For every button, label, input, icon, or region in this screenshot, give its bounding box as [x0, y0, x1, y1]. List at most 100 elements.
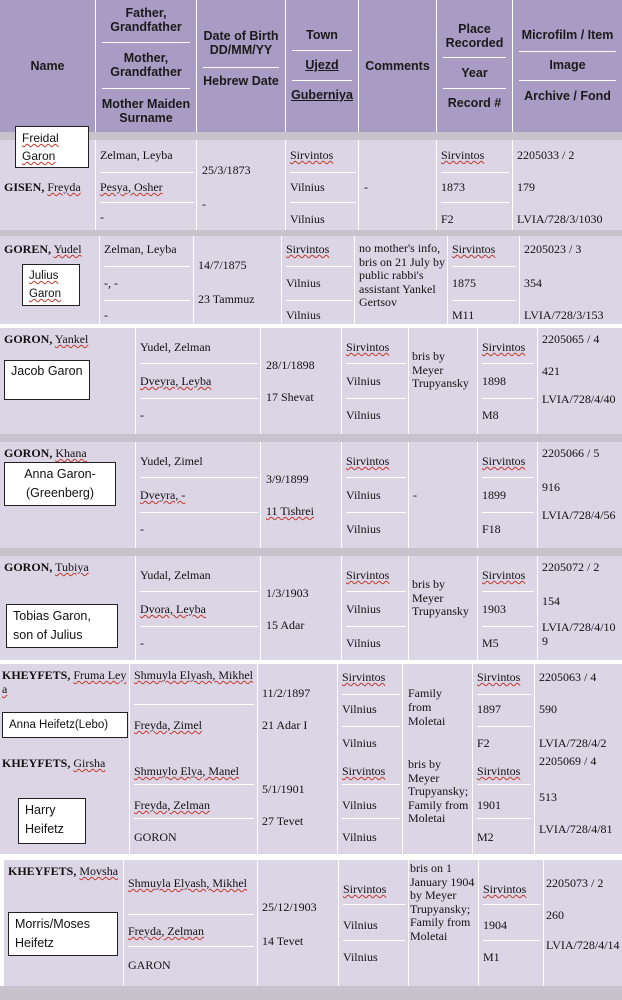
header-comments-label: Comments [365, 59, 430, 73]
header-parents: Father, Grandfather Mother, Grandfather … [96, 0, 197, 132]
table-row: GISEN, Freyda Zelman, Leyba Pesya, Osher… [0, 140, 622, 230]
header-guberniya-label: Guberniya [291, 88, 353, 102]
record-town: Sirvintos [343, 882, 387, 896]
record-name: GORON, Tubiya [4, 560, 89, 574]
record-father: Zelman, Leyba [104, 242, 177, 256]
table-header: Name Father, Grandfather Mother, Grandfa… [0, 0, 622, 132]
record-name: GOREN, Yudel [4, 242, 82, 256]
record-number: M11 [452, 308, 475, 322]
record-town: Sirvintos [346, 340, 390, 354]
record-mother: Freyda, Zelman [134, 798, 210, 812]
header-ujezd-label: Ujezd [305, 58, 339, 72]
record-place: Sirvintos [477, 764, 521, 778]
record-archive: LVIA/728/4/109 [542, 620, 616, 648]
record-father: Yudel, Zimel [140, 454, 203, 468]
record-name: KHEYFETS, Fruma Leya [2, 668, 127, 696]
record-mother: Pesya, Osher [100, 180, 163, 194]
record-guberniya: Vilnius [342, 736, 377, 750]
record-image: 421 [542, 364, 560, 378]
record-number: M8 [482, 408, 499, 422]
record-guberniya: Vilnius [343, 950, 378, 964]
record-archive: LVIA/728/4/56 [542, 508, 616, 522]
record-microfilm: 2205033 / 2 [517, 148, 575, 162]
record-number: F18 [482, 522, 501, 536]
record-microfilm: 2205069 / 4 [539, 754, 597, 768]
header-dates: Date of Birth DD/MM/YY Hebrew Date [197, 0, 286, 132]
record-father: Shmuyla Elyash, Mikhel [128, 876, 247, 890]
record-town: Sirvintos [346, 568, 390, 582]
record-place: Sirvintos [452, 242, 496, 256]
record-microfilm: 2205065 / 4 [542, 332, 600, 346]
record-hebrew: - [202, 197, 206, 211]
header-year-label: Year [461, 66, 488, 80]
annotation-note: Tobias Garon, son of Julius [6, 604, 118, 648]
record-name: KHEYFETS, Girsha [2, 756, 106, 770]
record-year: 1898 [482, 374, 506, 388]
record-hebrew: 15 Adar [266, 618, 305, 632]
record-archive: LVIA/728/4/40 [542, 392, 616, 406]
record-year: 1873 [441, 180, 465, 194]
record-hebrew: 23 Tammuz [198, 292, 255, 306]
record-comments: no mother's info, bris on 21 July by pub… [359, 241, 446, 309]
header-name: Name [0, 0, 96, 132]
annotation-note: Julius Garon [22, 264, 80, 306]
header-microfilm-label: Microfilm / Item [521, 28, 614, 42]
record-place: Sirvintos [482, 568, 526, 582]
record-maiden: GORON [134, 830, 177, 844]
record-ujezd: Vilnius [286, 276, 321, 290]
record-comments: bris by Meyer Trupyansky [412, 577, 469, 618]
record-archive: LVIA/728/4/14 [546, 938, 620, 952]
record-maiden: - [140, 408, 144, 422]
record-maiden: - [100, 210, 104, 224]
record-mother: Freyda, Zelman [128, 924, 204, 938]
header-name-label: Name [30, 59, 65, 73]
record-name: GISEN, Freyda [4, 180, 81, 194]
record-image: 590 [539, 702, 557, 716]
record-microfilm: 2205066 / 5 [542, 446, 600, 460]
header-comments: Comments [359, 0, 437, 132]
annotation-note: Harry Heifetz [18, 798, 86, 844]
record-guberniya: Vilnius [346, 522, 381, 536]
record-mother: -, - [104, 276, 118, 290]
record-ujezd: Vilnius [346, 488, 381, 502]
record-ujezd: Vilnius [346, 374, 381, 388]
record-comments: - [413, 488, 417, 502]
record-father: Yudal, Zelman [140, 568, 211, 582]
header-image-label: Image [549, 58, 586, 72]
record-archive: LVIA/728/3/1030 [517, 212, 603, 226]
header-place: Place Recorded Year Record # [437, 0, 513, 132]
record-number: F2 [477, 736, 490, 750]
record-image: 354 [524, 276, 542, 290]
header-archive: Microfilm / Item Image Archive / Fond [513, 0, 622, 132]
header-maiden-label: Mother Maiden Surname [101, 97, 191, 125]
annotation-note: Anna Heifetz(Lebo) [2, 712, 128, 738]
annotation-note: Freidal Garon [15, 126, 89, 168]
record-image: 179 [517, 180, 535, 194]
record-year: 1875 [452, 276, 476, 290]
header-hebrew-label: Hebrew Date [203, 74, 279, 88]
record-mother: Dveyra, - [140, 488, 186, 502]
record-place: Sirvintos [483, 882, 527, 896]
record-town: Sirvintos [290, 148, 334, 162]
record-dob: 5/1/1901 [262, 782, 305, 796]
record-place: Sirvintos [477, 670, 521, 684]
record-father: Shmuylo Elya, Manel [134, 764, 239, 778]
record-ujezd: Vilnius [342, 798, 377, 812]
record-guberniya: Vilnius [346, 408, 381, 422]
record-maiden: - [140, 522, 144, 536]
record-name: KHEYFETS, Movsha [8, 864, 119, 878]
record-dob: 3/9/1899 [266, 472, 309, 486]
record-archive: LVIA/728/3/153 [524, 308, 604, 322]
record-maiden: - [104, 308, 108, 322]
record-town: Sirvintos [342, 670, 386, 684]
record-guberniya: Vilnius [286, 308, 321, 322]
record-dob: 14/7/1875 [198, 258, 247, 272]
record-maiden: - [140, 636, 144, 650]
record-maiden: GARON [128, 958, 171, 972]
annotation-note: Anna Garon-(Greenberg) [4, 462, 116, 506]
record-year: 1903 [482, 602, 506, 616]
record-microfilm: 2205072 / 2 [542, 560, 600, 574]
record-hebrew: 17 Shevat [266, 390, 314, 404]
record-ujezd: Vilnius [342, 702, 377, 716]
record-place: Sirvintos [441, 148, 485, 162]
